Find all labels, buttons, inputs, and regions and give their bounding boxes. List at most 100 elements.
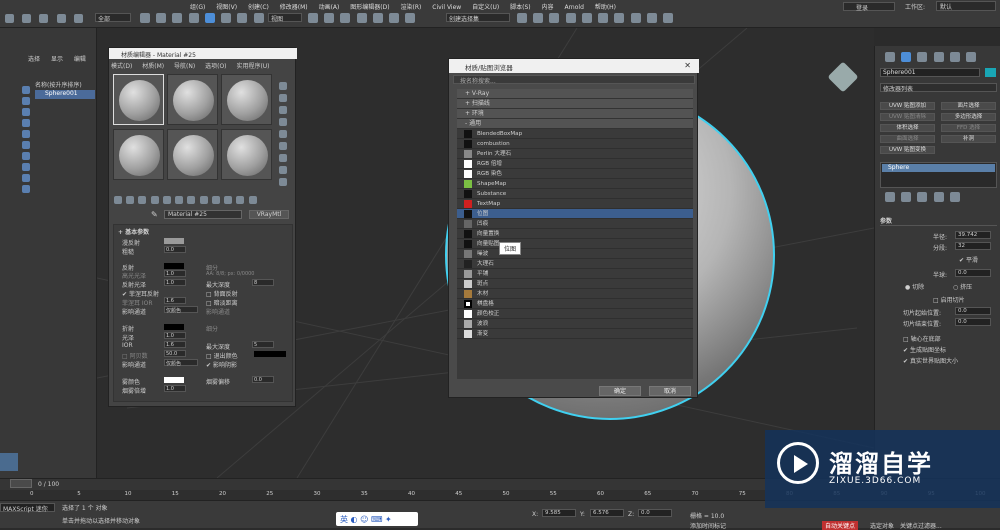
material-name-field[interactable]: Material #25 [164, 210, 242, 219]
map-item[interactable]: 渐变 [457, 329, 693, 339]
radius-field[interactable]: 39.742 [955, 231, 991, 239]
material-navigator-icon[interactable] [279, 178, 287, 186]
shape-filter-icon[interactable] [22, 97, 30, 105]
assign-material-icon[interactable] [138, 196, 147, 204]
max-depth-field[interactable]: 8 [252, 279, 274, 286]
put-to-library-icon[interactable] [187, 196, 196, 204]
rotate-icon[interactable] [221, 13, 232, 23]
time-slider-thumb[interactable] [10, 479, 32, 488]
layer-toggle-icon[interactable] [0, 453, 18, 471]
align-icon[interactable] [533, 13, 544, 23]
tree-item[interactable]: Sphere001 [35, 90, 95, 99]
helper-filter-icon[interactable] [22, 130, 30, 138]
material-type-button[interactable]: VRayMtl [249, 210, 289, 219]
object-color-swatch[interactable] [985, 68, 996, 77]
workspace-select[interactable]: 默认 [936, 1, 996, 11]
hilight-gloss-field[interactable]: 1.0 [164, 270, 186, 277]
exit-color-swatch[interactable] [254, 351, 286, 357]
make-unique-icon[interactable] [917, 192, 928, 202]
map-item[interactable]: 凹痕 [457, 219, 693, 229]
bind-icon[interactable] [73, 14, 83, 23]
undo-icon[interactable] [5, 14, 14, 23]
fresnel-checkbox[interactable]: ✔ 菲涅耳反射 [122, 289, 159, 298]
roughness-field[interactable]: 0.0 [164, 246, 186, 253]
y-coord-field[interactable]: 6.576 [590, 509, 624, 517]
browser-title[interactable]: 材质/贴图浏览器 [449, 59, 699, 73]
sample-slot[interactable] [113, 74, 164, 125]
menu-item[interactable]: Arnold [564, 4, 583, 11]
modifier-button[interactable]: 体积选择 [880, 124, 935, 132]
category-scanline[interactable]: + 扫描线 [457, 99, 693, 109]
menu-item[interactable]: 脚本(S) [510, 4, 531, 11]
me-menu-item[interactable]: 模式(D) [111, 63, 132, 70]
menu-item[interactable]: 渲染(R) [401, 4, 422, 11]
redo-icon[interactable] [22, 14, 32, 23]
smooth-checkbox[interactable]: ✔ 平滑 [959, 255, 978, 264]
hemisphere-field[interactable]: 0.0 [955, 269, 991, 277]
autokey-button[interactable]: 自动关键点 [822, 521, 859, 530]
me-menu-item[interactable]: 材质(M) [142, 63, 164, 70]
menu-item[interactable]: 创建(C) [248, 4, 269, 11]
map-item[interactable]: 木材 [457, 289, 693, 299]
fog-multiplier-field[interactable]: 1.0 [164, 385, 186, 392]
segments-field[interactable]: 32 [955, 242, 991, 250]
me-menu-item[interactable]: 导航(N) [174, 63, 195, 70]
map-item[interactable]: 噪波 [457, 249, 693, 259]
slice-on-checkbox[interactable]: □ 启用切片 [933, 295, 965, 304]
glossiness-field[interactable]: 1.0 [164, 332, 186, 339]
show-end-result-icon[interactable] [224, 196, 233, 204]
map-item[interactable]: Perlin 大理石 [457, 149, 693, 159]
snap-icon[interactable] [340, 13, 351, 23]
display-tab-icon[interactable] [949, 52, 960, 62]
remove-modifier-icon[interactable] [933, 192, 944, 202]
all-filter-icon[interactable] [22, 185, 30, 193]
refract-affect-select[interactable]: 仅颜色 [164, 359, 198, 367]
mirror-icon[interactable] [517, 13, 527, 23]
selected-object-select[interactable]: 选定对象 [870, 521, 894, 530]
make-preview-icon[interactable] [279, 142, 287, 150]
material-editor-title[interactable]: 材质编辑器 - Material #25 [109, 48, 297, 59]
category-general[interactable]: - 通用 [457, 119, 693, 129]
link-icon[interactable] [39, 14, 49, 23]
refl-gloss-field[interactable]: 1.0 [164, 279, 186, 286]
login-button[interactable]: 登录 [843, 2, 895, 12]
layer-icon[interactable] [549, 13, 560, 23]
material-editor-icon[interactable] [614, 13, 625, 23]
video-check-icon[interactable] [279, 130, 287, 138]
menu-item[interactable]: 内容 [542, 4, 554, 11]
back-reflect-checkbox[interactable]: □ 背面反射 [206, 289, 238, 298]
z-coord-field[interactable]: 0.0 [638, 509, 672, 517]
motion-tab-icon[interactable] [933, 52, 944, 62]
select-by-name-icon[interactable] [156, 13, 167, 23]
map-item[interactable]: TextMap [457, 199, 693, 209]
pin-stack-icon[interactable] [885, 192, 895, 202]
map-item[interactable]: RGB 染色 [457, 169, 693, 179]
category-environment[interactable]: + 环境 [457, 109, 693, 119]
percent-snap-icon[interactable] [372, 13, 383, 23]
modifier-button[interactable]: 补洞 [941, 135, 996, 143]
render-setup-icon[interactable] [630, 13, 641, 23]
sample-slot[interactable] [113, 129, 164, 180]
tab-select[interactable]: 选择 [28, 56, 40, 63]
key-filters-button[interactable]: 关键点过滤器... [900, 521, 942, 530]
spacewarp-filter-icon[interactable] [22, 141, 30, 149]
real-world-checkbox[interactable]: ✔ 真实世界贴图大小 [903, 356, 958, 365]
object-name-field[interactable]: Sphere001 [880, 68, 980, 77]
placement-icon[interactable] [253, 13, 264, 23]
modifier-button[interactable]: UVW 贴图添加 [880, 102, 935, 110]
reference-coord-select[interactable]: 视图 [268, 13, 302, 23]
ribbon-icon[interactable] [565, 13, 576, 23]
render-icon[interactable] [663, 13, 674, 23]
get-material-icon[interactable] [114, 196, 122, 204]
map-item[interactable]: 斑点 [457, 279, 693, 289]
affect-shadows-checkbox[interactable]: ✔ 影响阴影 [206, 360, 237, 369]
background-icon[interactable] [279, 106, 287, 114]
sample-slot[interactable] [167, 129, 218, 180]
x-coord-field[interactable]: 9.585 [542, 509, 576, 517]
reflect-swatch[interactable] [164, 263, 184, 269]
ok-button[interactable]: 确定 [599, 386, 641, 396]
add-time-tag-button[interactable]: 添加时间标记 [690, 521, 726, 530]
menu-item[interactable]: 自定义(U) [472, 4, 499, 11]
base-pivot-checkbox[interactable]: □ 轴心在底部 [903, 334, 941, 343]
make-unique-icon[interactable] [175, 196, 184, 204]
